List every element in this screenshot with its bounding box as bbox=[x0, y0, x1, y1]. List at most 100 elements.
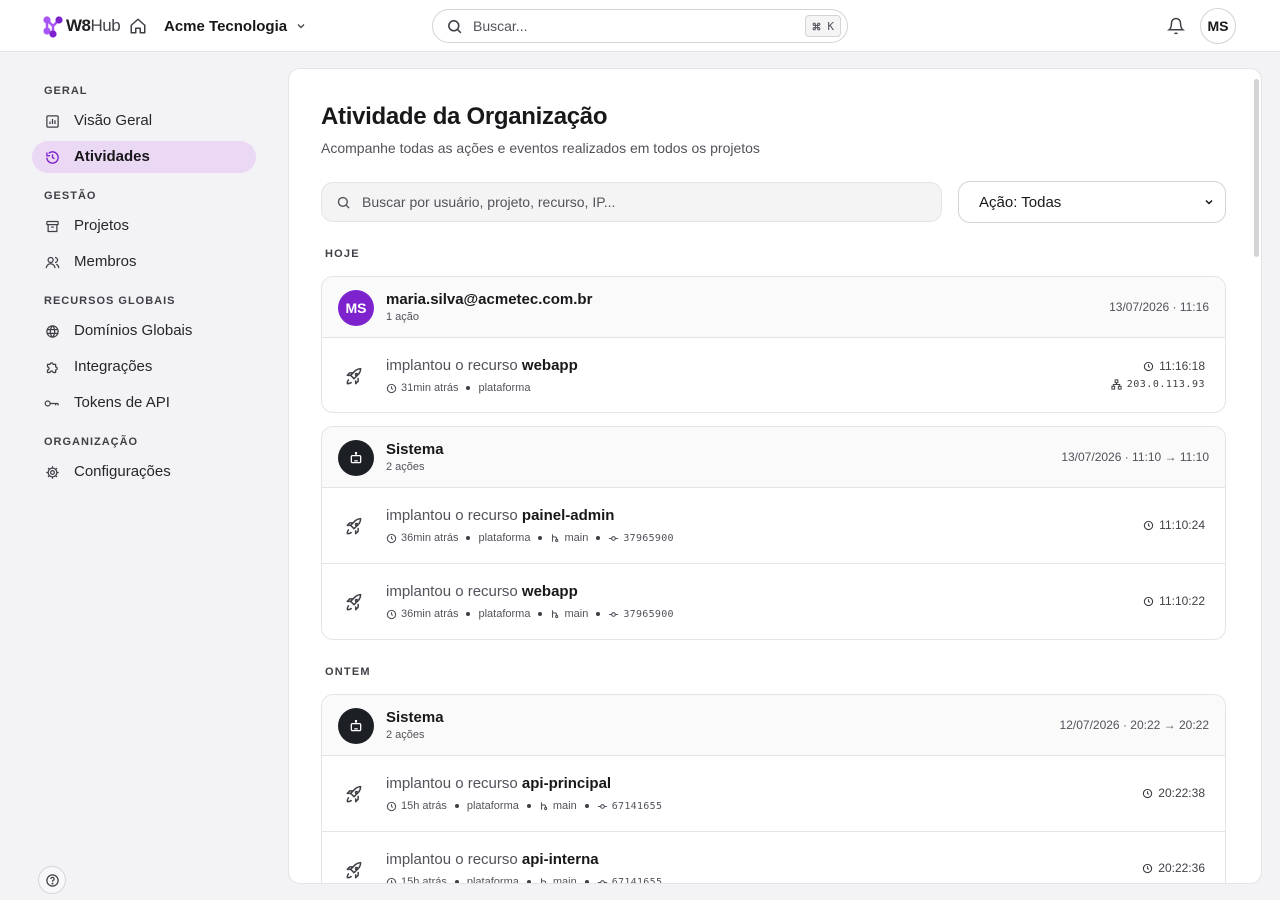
commit-icon bbox=[608, 533, 619, 544]
day-label-ontem: ONTEM bbox=[325, 666, 371, 678]
actor-avatar: MS bbox=[338, 290, 374, 326]
sidebar-item-tokens-de-api[interactable]: Tokens de API bbox=[32, 387, 256, 419]
page-subtitle: Acompanhe todas as ações e eventos reali… bbox=[321, 140, 760, 156]
separator-dot bbox=[466, 612, 471, 616]
activity-row[interactable]: implantou o recurso webapp 36min atrás p… bbox=[322, 564, 1225, 639]
branch-name: main bbox=[552, 876, 577, 884]
commit-icon bbox=[608, 609, 619, 620]
branch-name: main bbox=[552, 800, 577, 812]
commit-hash[interactable]: 37965900 bbox=[623, 609, 674, 620]
key-icon bbox=[44, 395, 60, 411]
resource-name[interactable]: api-interna bbox=[522, 851, 599, 868]
project-name[interactable]: plataforma bbox=[478, 382, 530, 394]
commit-hash[interactable]: 67141655 bbox=[612, 801, 663, 812]
top-bar: W8Hub Acme Tecnologia K MS bbox=[0, 0, 1280, 52]
project-name[interactable]: plataforma bbox=[478, 532, 530, 544]
history-icon bbox=[44, 149, 60, 165]
activity-meta: 36min atrás plataforma main 37965900 bbox=[386, 608, 674, 620]
resource-name[interactable]: webapp bbox=[522, 583, 578, 600]
activity-row[interactable]: implantou o recurso api-principal 15h at… bbox=[322, 756, 1225, 832]
project-name[interactable]: plataforma bbox=[467, 876, 519, 883]
shortcut-hint: K bbox=[805, 15, 841, 37]
sidebar-section-geral: GERAL bbox=[44, 85, 88, 97]
clock-icon bbox=[386, 533, 397, 544]
activity-time: 11:16:18 bbox=[1143, 359, 1205, 373]
commit-hash[interactable]: 37965900 bbox=[623, 533, 674, 544]
org-switcher[interactable]: Acme Tecnologia bbox=[164, 14, 307, 38]
sidebar-item-membros[interactable]: Membros bbox=[32, 246, 256, 278]
rocket-icon bbox=[346, 785, 362, 803]
activity-verb: implantou o recurso bbox=[386, 357, 518, 374]
actor-name: Sistema bbox=[386, 441, 444, 458]
group-timestamp: 13/07/2026 · 11:10 → 11:10 bbox=[1061, 450, 1209, 464]
resource-name[interactable]: webapp bbox=[522, 357, 578, 374]
activity-panel: Atividade da Organização Acompanhe todas… bbox=[288, 68, 1262, 884]
resource-name[interactable]: painel-admin bbox=[522, 507, 615, 524]
separator-dot bbox=[596, 536, 601, 540]
group-timestamp: 13/07/2026 · 11:16 bbox=[1109, 300, 1209, 314]
separator-dot bbox=[538, 612, 543, 616]
system-avatar bbox=[338, 708, 374, 744]
activity-time: 20:22:36 bbox=[1142, 861, 1205, 875]
sidebar-item-visao-geral[interactable]: Visão Geral bbox=[32, 105, 256, 137]
separator-dot bbox=[454, 804, 459, 808]
activity-ip: 203.0.113.93 bbox=[1111, 379, 1205, 390]
network-icon bbox=[1111, 379, 1122, 390]
sidebar-item-label: Integrações bbox=[74, 358, 153, 375]
logo-hex-icon bbox=[43, 16, 63, 38]
rocket-icon bbox=[346, 367, 362, 385]
puzzle-icon bbox=[44, 359, 60, 375]
clock-icon bbox=[1143, 788, 1153, 798]
activity-meta: 36min atrás plataforma main 37965900 bbox=[386, 532, 674, 544]
activity-row[interactable]: implantou o recurso painel-admin 36min a… bbox=[322, 488, 1225, 564]
sidebar-item-atividades[interactable]: Atividades bbox=[32, 141, 256, 173]
activity-row[interactable]: implantou o recurso webapp 31min atrás p… bbox=[322, 338, 1225, 412]
gear-icon bbox=[44, 464, 60, 480]
activity-group-header[interactable]: Sistema 2 ações 12/07/2026 · 20:22 → 20:… bbox=[322, 695, 1225, 756]
relative-time: 15h atrás bbox=[401, 800, 447, 812]
sidebar-item-dominios-globais[interactable]: Domínios Globais bbox=[32, 315, 256, 347]
action-count: 1 ação bbox=[386, 311, 420, 323]
sidebar-item-configuracoes[interactable]: Configurações bbox=[32, 456, 256, 488]
sidebar-item-label: Membros bbox=[74, 253, 137, 270]
app-logo[interactable]: W8Hub bbox=[42, 12, 121, 40]
action-count: 2 ações bbox=[386, 729, 425, 741]
project-name[interactable]: plataforma bbox=[478, 608, 530, 620]
branch-icon bbox=[539, 801, 549, 811]
activity-time: 20:22:38 bbox=[1142, 786, 1205, 800]
activity-description: implantou o recurso webapp bbox=[386, 583, 578, 600]
clock-icon bbox=[386, 609, 397, 620]
sidebar-item-projetos[interactable]: Projetos bbox=[32, 210, 256, 242]
bot-icon bbox=[350, 719, 362, 732]
activity-group-header[interactable]: Sistema 2 ações 13/07/2026 · 11:10 → 11:… bbox=[322, 427, 1225, 488]
project-name[interactable]: plataforma bbox=[467, 800, 519, 812]
clock-icon bbox=[386, 383, 397, 394]
commit-hash[interactable]: 67141655 bbox=[612, 877, 663, 884]
shortcut-key: K bbox=[827, 19, 834, 33]
activity-group-header[interactable]: MS maria.silva@acmetec.com.br 1 ação 13/… bbox=[322, 277, 1225, 338]
scrollbar[interactable] bbox=[1254, 79, 1259, 257]
branch-icon bbox=[539, 877, 549, 883]
activity-search[interactable] bbox=[321, 182, 942, 222]
relative-time: 36min atrás bbox=[401, 532, 459, 544]
home-button[interactable] bbox=[126, 14, 150, 38]
sidebar-item-integracoes[interactable]: Integrações bbox=[32, 351, 256, 383]
exact-time: 11:10:22 bbox=[1159, 594, 1205, 608]
action-filter-value: Ação: Todas bbox=[979, 194, 1062, 211]
activity-description: implantou o recurso webapp bbox=[386, 357, 578, 374]
user-avatar[interactable]: MS bbox=[1200, 8, 1236, 44]
activity-description: implantou o recurso api-interna bbox=[386, 851, 599, 868]
notifications-button[interactable] bbox=[1164, 14, 1188, 38]
branch-icon bbox=[550, 609, 560, 619]
help-button[interactable] bbox=[38, 866, 66, 894]
rocket-icon bbox=[346, 593, 362, 611]
activity-search-input[interactable] bbox=[362, 192, 922, 212]
resource-name[interactable]: api-principal bbox=[522, 775, 611, 792]
logo-main-text: W8 bbox=[66, 16, 91, 35]
actor-name: maria.silva@acmetec.com.br bbox=[386, 291, 593, 308]
action-filter-select[interactable]: Ação: Todas bbox=[958, 181, 1226, 223]
activity-row[interactable]: implantou o recurso api-interna 15h atrá… bbox=[322, 832, 1225, 884]
global-search-input[interactable] bbox=[473, 16, 773, 36]
global-search[interactable]: K bbox=[432, 9, 848, 43]
sidebar-section-recursos-globais: RECURSOS GLOBAIS bbox=[44, 295, 176, 307]
